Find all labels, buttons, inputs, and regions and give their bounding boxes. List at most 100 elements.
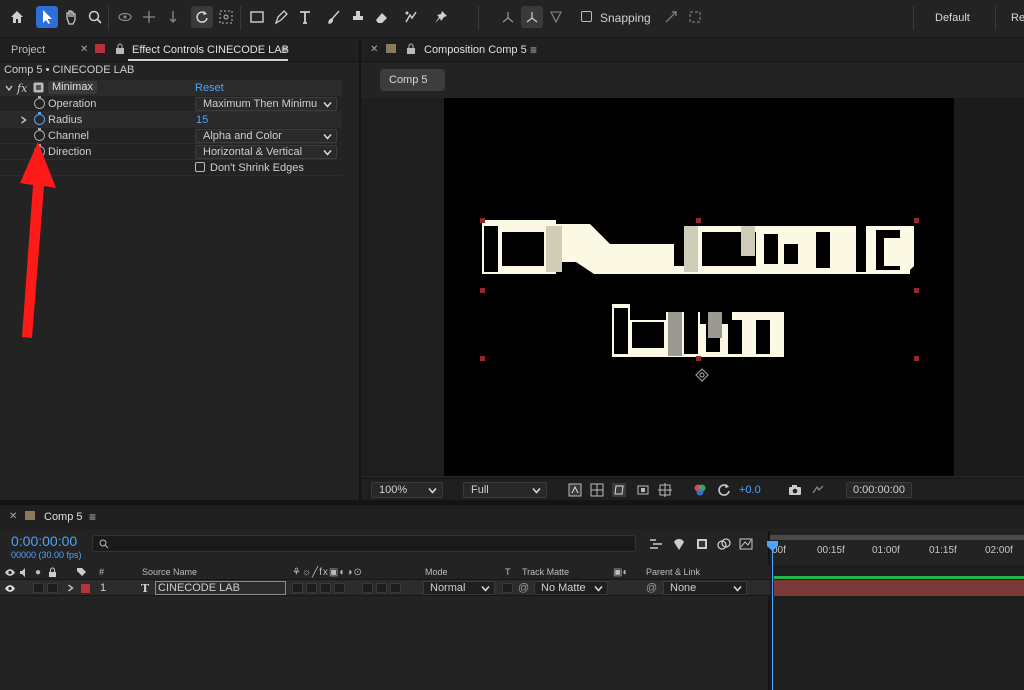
panel-menu-icon[interactable]: ≡ xyxy=(281,43,288,57)
panel-menu-icon[interactable]: ≡ xyxy=(530,43,537,57)
playhead-line[interactable] xyxy=(772,541,773,690)
close-icon[interactable]: ✕ xyxy=(370,44,378,55)
fx-toggle-icon[interactable]: fx xyxy=(17,82,27,95)
tab-composition[interactable]: Composition Comp 5 xyxy=(424,44,527,56)
label-tag-icon[interactable] xyxy=(76,567,87,578)
brush-tool-icon[interactable] xyxy=(323,6,345,28)
stopwatch-icon[interactable] xyxy=(34,96,45,109)
blend-mode-dropdown[interactable]: Normal xyxy=(423,581,495,595)
switch-3d[interactable] xyxy=(390,583,401,593)
snap-features-icon[interactable] xyxy=(684,6,706,28)
effect-preset-icon[interactable] xyxy=(33,82,44,93)
chevron-right-icon[interactable] xyxy=(20,116,27,124)
composition-viewer[interactable] xyxy=(444,98,954,476)
snapping-checkbox[interactable] xyxy=(581,11,592,22)
pan-camera-icon[interactable] xyxy=(138,6,160,28)
effect-row-minimax[interactable]: fx Minimax Reset xyxy=(0,80,342,96)
audio-icon[interactable] xyxy=(19,568,29,577)
home-icon[interactable] xyxy=(6,6,28,28)
lock-icon[interactable] xyxy=(406,43,416,55)
table-row[interactable]: 1 T CINECODE LAB Normal @ No Matte @ Non… xyxy=(0,580,770,596)
shy-layers-icon[interactable] xyxy=(694,536,710,552)
zoom-dropdown[interactable]: 100% xyxy=(371,482,443,498)
eye-icon[interactable] xyxy=(5,584,15,593)
current-time-display[interactable]: 0:00:00:00 xyxy=(846,482,912,498)
timeline-current-time[interactable]: 0:00:00:00 xyxy=(11,533,77,549)
close-icon[interactable]: ✕ xyxy=(9,511,17,522)
close-icon[interactable]: ✕ xyxy=(80,44,88,55)
workspace-default[interactable]: Default xyxy=(935,12,970,24)
direction-dropdown[interactable]: Horizontal & Vertical xyxy=(195,145,337,159)
fast-previews-icon[interactable] xyxy=(568,483,582,497)
channel-dropdown[interactable]: Alpha and Color xyxy=(195,129,337,143)
frame-blending-icon[interactable] xyxy=(716,536,732,552)
eye-icon[interactable] xyxy=(5,568,15,577)
roto-brush-tool-icon[interactable] xyxy=(400,6,422,28)
switch-quality[interactable] xyxy=(320,583,331,593)
switch-adjustment[interactable] xyxy=(376,583,387,593)
rectangle-tool-icon[interactable] xyxy=(246,6,268,28)
workspace-review[interactable]: Re xyxy=(1011,12,1024,24)
layer-duration-bar[interactable] xyxy=(774,580,1024,596)
reset-link[interactable]: Reset xyxy=(195,82,224,94)
column-source-name[interactable]: Source Name xyxy=(142,567,197,577)
timeline-search-input[interactable] xyxy=(92,535,636,552)
reset-exposure-icon[interactable] xyxy=(717,483,731,497)
composition-mini-flowchart-icon[interactable] xyxy=(648,536,664,552)
clone-stamp-tool-icon[interactable] xyxy=(347,6,369,28)
switch-motion-blur[interactable] xyxy=(362,583,373,593)
preserve-transparency-toggle[interactable] xyxy=(502,583,513,593)
solo-icon[interactable]: ● xyxy=(35,567,41,578)
anchor-point-tool-icon[interactable] xyxy=(215,6,237,28)
grid-guides-icon[interactable] xyxy=(658,483,672,497)
tab-timeline-comp[interactable]: Comp 5 xyxy=(44,511,83,523)
matte-pickwhip-icon[interactable]: @ xyxy=(518,582,529,594)
effect-name[interactable]: Minimax xyxy=(48,81,97,94)
stopwatch-icon[interactable] xyxy=(34,112,45,125)
lock-icon[interactable] xyxy=(48,567,57,578)
switch-effects[interactable] xyxy=(334,583,345,593)
view-axis-mode-icon[interactable] xyxy=(545,6,567,28)
snapshot-camera-icon[interactable] xyxy=(788,483,802,497)
tab-effect-controls[interactable]: Effect Controls CINECODE LAB xyxy=(132,44,289,56)
hand-tool-icon[interactable] xyxy=(60,6,82,28)
world-axis-mode-icon[interactable] xyxy=(521,6,543,28)
eraser-tool-icon[interactable] xyxy=(371,6,393,28)
transparency-grid-icon[interactable] xyxy=(590,483,604,497)
radius-value[interactable]: 15 xyxy=(196,114,208,126)
local-axis-mode-icon[interactable] xyxy=(497,6,519,28)
resolution-dropdown[interactable]: Full xyxy=(463,482,547,498)
show-snapshot-icon[interactable] xyxy=(811,483,825,497)
dolly-camera-icon[interactable] xyxy=(162,6,184,28)
layer-name[interactable]: CINECODE LAB xyxy=(155,581,286,595)
region-of-interest-icon[interactable] xyxy=(636,483,650,497)
panel-menu-icon[interactable]: ≡ xyxy=(89,510,96,524)
lock-icon[interactable] xyxy=(115,43,125,55)
draft-3d-icon[interactable] xyxy=(671,536,687,552)
comp-flowchart-tab[interactable]: Comp 5 xyxy=(380,69,445,91)
switch-shy[interactable] xyxy=(292,583,303,593)
chevron-down-icon[interactable] xyxy=(5,84,13,92)
color-channel-icon[interactable] xyxy=(693,483,707,497)
tab-project[interactable]: Project xyxy=(11,44,45,56)
selection-tool-icon[interactable] xyxy=(36,6,58,28)
mask-visibility-icon[interactable] xyxy=(612,483,626,497)
puppet-pin-tool-icon[interactable] xyxy=(430,6,452,28)
lock-toggle[interactable] xyxy=(47,583,58,593)
operation-dropdown[interactable]: Maximum Then Minimu xyxy=(195,97,337,111)
layer-label-color[interactable] xyxy=(81,584,90,593)
dont-shrink-checkbox[interactable] xyxy=(195,162,205,172)
pen-tool-icon[interactable] xyxy=(270,6,292,28)
type-tool-icon[interactable] xyxy=(294,6,316,28)
track-matte-dropdown[interactable]: No Matte xyxy=(534,581,608,595)
work-area-bar[interactable] xyxy=(770,535,1024,540)
exposure-value[interactable]: +0.0 xyxy=(739,484,761,496)
switch-collapse[interactable] xyxy=(306,583,317,593)
orbit-camera-icon[interactable] xyxy=(114,6,136,28)
parent-dropdown[interactable]: None xyxy=(663,581,747,595)
chevron-right-icon[interactable] xyxy=(67,584,74,592)
stopwatch-icon[interactable] xyxy=(34,128,45,141)
parent-pickwhip-icon[interactable]: @ xyxy=(646,582,657,594)
solo-toggle[interactable] xyxy=(33,583,44,593)
graph-editor-icon[interactable] xyxy=(738,536,754,552)
